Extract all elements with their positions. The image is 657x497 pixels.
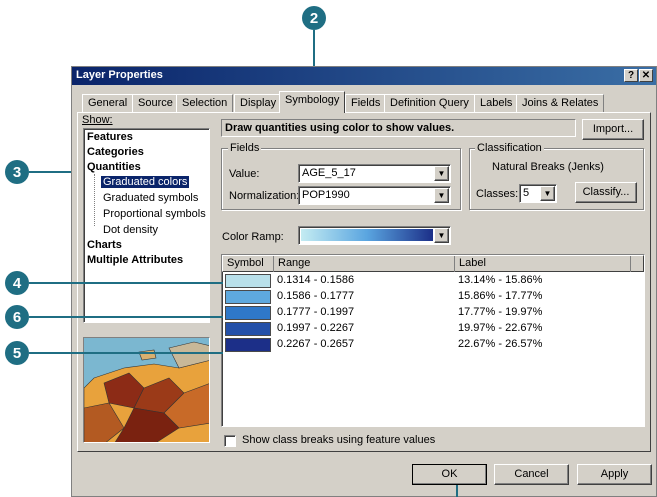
label-cell: 13.14% - 15.86% (458, 274, 543, 286)
classification-method: Natural Breaks (Jenks) (492, 161, 604, 173)
tab-source[interactable]: Source (132, 94, 179, 112)
classification-group-label: Classification (475, 142, 544, 154)
show-label: Show: (82, 114, 113, 126)
symbol-swatch[interactable] (225, 322, 271, 336)
tab-symbology[interactable]: Symbology (279, 91, 346, 113)
callout-4-line (29, 282, 223, 284)
symbol-swatch[interactable] (225, 274, 271, 288)
range-cell: 0.1586 - 0.1777 (277, 290, 355, 302)
chevron-down-icon[interactable]: ▼ (434, 166, 449, 181)
show-item-features[interactable]: Features (87, 131, 133, 143)
table-row[interactable]: 0.2267 - 0.2657 22.67% - 26.57% (222, 337, 644, 353)
callout-2: 2 (302, 6, 326, 30)
header-label[interactable]: Label (455, 256, 631, 272)
show-item-charts[interactable]: Charts (87, 239, 122, 251)
apply-button[interactable]: Apply (577, 464, 652, 485)
tab-selection[interactable]: Selection (176, 94, 234, 112)
callout-6: 6 (5, 305, 29, 329)
value-label: Value: (229, 168, 260, 180)
tab-fields[interactable]: Fields (345, 94, 387, 112)
show-item-proportional-symbols[interactable]: Proportional symbols (103, 208, 206, 220)
label-cell: 15.86% - 17.77% (458, 290, 543, 302)
range-cell: 0.1777 - 0.1997 (277, 306, 355, 318)
table-row[interactable]: 0.1777 - 0.1997 17.77% - 19.97% (222, 305, 644, 321)
callout-6-line (29, 316, 223, 318)
chevron-down-icon[interactable]: ▼ (434, 228, 449, 243)
range-cell: 0.1314 - 0.1586 (277, 274, 355, 286)
tab-joins-relates[interactable]: Joins & Relates (516, 94, 605, 112)
table-row[interactable]: 0.1314 - 0.1586 13.14% - 15.86% (222, 273, 644, 289)
fields-group-label: Fields (228, 142, 262, 154)
tab-general[interactable]: General (82, 94, 134, 112)
normalization-label: Normalization: (229, 190, 300, 202)
close-icon: ✕ (641, 70, 651, 81)
show-list[interactable]: Features Categories Quantities Graduated… (83, 128, 210, 323)
tab-definition-query[interactable]: Definition Query (384, 94, 475, 112)
header-range[interactable]: Range (274, 256, 455, 272)
symbol-swatch[interactable] (225, 338, 271, 352)
import-button[interactable]: Import... (582, 119, 644, 140)
help-button[interactable]: ? (624, 69, 638, 82)
table-row[interactable]: 0.1586 - 0.1777 15.86% - 17.77% (222, 289, 644, 305)
ok-button[interactable]: OK (412, 464, 487, 485)
show-breaks-checkbox[interactable] (224, 435, 236, 447)
range-cell: 0.2267 - 0.2657 (277, 338, 355, 350)
label-cell: 19.97% - 22.67% (458, 322, 543, 334)
callout-5-line (29, 352, 223, 354)
chevron-down-icon[interactable]: ▼ (540, 186, 555, 201)
show-item-multiple-attributes[interactable]: Multiple Attributes (87, 254, 183, 266)
show-item-graduated-symbols[interactable]: Graduated symbols (103, 192, 198, 204)
description-box: Draw quantities using color to show valu… (221, 119, 576, 137)
title-bar[interactable]: Layer Properties ? ✕ (72, 67, 656, 85)
description-heading: Draw quantities using color to show valu… (225, 122, 455, 134)
show-breaks-label: Show class breaks using feature values (242, 434, 436, 446)
color-ramp-label: Color Ramp: (222, 231, 284, 243)
callout-3: 3 (5, 160, 29, 184)
show-item-categories[interactable]: Categories (87, 146, 144, 158)
color-ramp-swatch (301, 229, 433, 241)
close-button[interactable]: ✕ (639, 69, 653, 82)
show-item-dot-density[interactable]: Dot density (103, 224, 158, 236)
window-title: Layer Properties (76, 69, 163, 81)
tab-labels[interactable]: Labels (474, 94, 519, 112)
value-select[interactable]: AGE_5_17 ▼ (298, 164, 451, 183)
label-cell: 22.67% - 26.57% (458, 338, 543, 350)
color-ramp-select[interactable]: ▼ (298, 226, 451, 245)
class-table[interactable]: Symbol Range Label 0.1314 - 0.1586 13.14… (221, 254, 645, 427)
callout-4: 4 (5, 271, 29, 295)
tree-connector (94, 174, 95, 226)
callout-5: 5 (5, 341, 29, 365)
cancel-button[interactable]: Cancel (494, 464, 569, 485)
symbol-swatch[interactable] (225, 290, 271, 304)
classes-select[interactable]: 5 ▼ (519, 184, 557, 203)
classify-button[interactable]: Classify... (575, 182, 637, 203)
table-row[interactable]: 0.1997 - 0.2267 19.97% - 22.67% (222, 321, 644, 337)
normalization-select[interactable]: POP1990 ▼ (298, 186, 451, 205)
header-symbol[interactable]: Symbol (223, 256, 274, 272)
chevron-down-icon[interactable]: ▼ (434, 188, 449, 203)
show-item-graduated-colors[interactable]: Graduated colors (101, 176, 190, 188)
label-cell: 17.77% - 19.97% (458, 306, 543, 318)
range-cell: 0.1997 - 0.2267 (277, 322, 355, 334)
tab-display[interactable]: Display (234, 94, 283, 112)
table-header: Symbol Range Label (222, 255, 644, 272)
show-item-quantities[interactable]: Quantities (87, 161, 141, 173)
ok-callout-line (456, 485, 458, 497)
classes-label: Classes: (476, 188, 519, 200)
symbol-swatch[interactable] (225, 306, 271, 320)
